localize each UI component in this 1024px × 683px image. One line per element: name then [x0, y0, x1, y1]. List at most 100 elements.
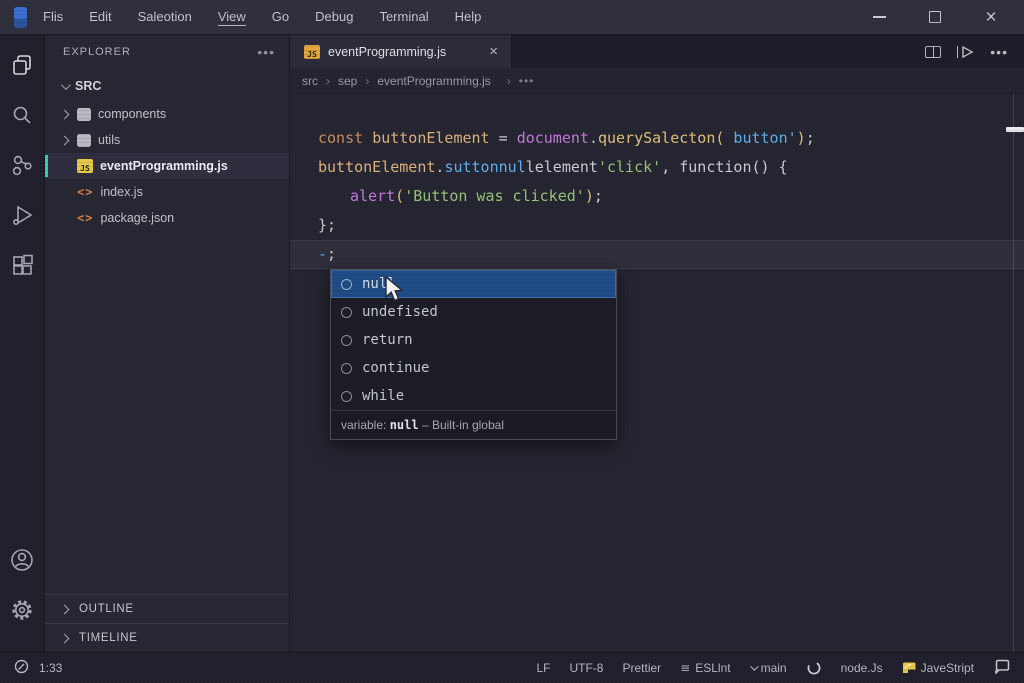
cursor-position[interactable]: 1:33 [39, 661, 62, 675]
file-label: index.js [100, 185, 143, 199]
menu-edit[interactable]: Edit [89, 9, 111, 26]
scrollbar-marker[interactable] [1006, 127, 1024, 132]
tree-root-src[interactable]: SRC [45, 73, 289, 99]
suggest-item-label: undefised [362, 304, 438, 320]
suggest-item-return[interactable]: return [331, 326, 616, 354]
title-bar: Flis Edit Saleotion View Go Debug Termin… [0, 0, 1024, 35]
branch-label: main [760, 661, 787, 675]
suggest-detail: variable: null – Built-in global [331, 410, 616, 439]
explorer-more-icon[interactable]: ••• [257, 44, 275, 60]
suggest-item-null[interactable]: null [331, 270, 616, 298]
formatter-indicator[interactable]: Prettier [622, 661, 661, 675]
close-window-icon[interactable]: × [978, 4, 1004, 30]
breadcrumb-separator-icon: › [506, 73, 511, 88]
code-line[interactable]: const buttonElement = document.querySale… [290, 124, 1024, 153]
extensions-icon[interactable] [6, 249, 38, 281]
code-line[interactable]: -; [290, 240, 1024, 269]
run-file-icon[interactable] [956, 45, 975, 59]
menu-help[interactable]: Help [455, 9, 482, 26]
code-line[interactable]: buttonElement.suttonnullelement'click', … [290, 153, 1024, 182]
suggest-item-label: return [362, 332, 413, 348]
code-line[interactable]: }; [290, 211, 1024, 240]
breadcrumb-more-icon[interactable]: ••• [519, 74, 535, 88]
git-branch-indicator[interactable]: main [749, 661, 787, 675]
search-icon[interactable] [6, 99, 38, 131]
suggest-item-continue[interactable]: continue [331, 354, 616, 382]
code-editor[interactable]: const buttonElement = document.querySale… [290, 94, 1024, 652]
chevron-right-icon [59, 135, 70, 145]
eol-indicator[interactable]: LF [536, 661, 550, 675]
run-debug-icon[interactable] [6, 199, 38, 231]
outline-section[interactable]: OUTLINE [45, 594, 289, 623]
app-logo-icon[interactable] [14, 6, 27, 28]
outline-label: OUTLINE [79, 603, 134, 615]
file-label: eventProgramming.js [100, 159, 228, 173]
linter-label: ESLlnt [695, 661, 731, 675]
js-file-icon: JS [304, 44, 320, 59]
more-actions-icon[interactable]: ••• [990, 44, 1008, 60]
circle-variable-icon [341, 334, 352, 346]
menu-terminal[interactable]: Terminal [379, 9, 428, 26]
settings-gear-icon[interactable] [6, 594, 38, 626]
runtime-indicator[interactable]: node.Js [841, 661, 883, 675]
menu-view[interactable]: View [217, 9, 246, 26]
tree-folder-utils[interactable]: utils [45, 127, 289, 153]
sync-icon[interactable] [806, 660, 822, 676]
code-file-icon: <> [77, 211, 94, 225]
suggest-item-label: null [362, 276, 396, 292]
code-line[interactable]: alert('Button was clicked'); [290, 182, 1024, 211]
chevron-right-icon [59, 633, 70, 643]
circle-variable-icon [341, 362, 352, 374]
menu-selection[interactable]: Saleotion [138, 9, 192, 26]
language-indicator[interactable]: JaveStript [902, 661, 974, 675]
tree-file-index[interactable]: <> index.js [45, 179, 289, 205]
menu-debug[interactable]: Debug [315, 9, 353, 26]
circle-variable-icon [341, 278, 352, 290]
suggest-detail-suffix: – Built-in global [418, 418, 504, 432]
breadcrumb-src[interactable]: src [302, 74, 318, 88]
feedback-clock-icon[interactable] [14, 659, 29, 677]
chevron-right-icon [59, 604, 70, 614]
list-icon: ≡ [680, 661, 691, 675]
tree-file-eventprogramming[interactable]: JS eventProgramming.js [45, 153, 289, 179]
file-label: package.json [100, 211, 175, 225]
menu-file[interactable]: Flis [43, 9, 63, 26]
breadcrumb-file[interactable]: eventProgramming.js [377, 74, 490, 88]
explorer-sidebar: EXPLORER ••• SRC components utils JS eve… [45, 35, 290, 652]
file-tree: SRC components utils JS eventProgramming… [45, 69, 289, 231]
close-tab-icon[interactable]: × [486, 43, 501, 60]
suggest-item-label: while [362, 388, 405, 404]
tree-file-package[interactable]: <> package.json [45, 205, 289, 231]
editor-actions: ••• [924, 35, 1024, 68]
tab-eventprogramming[interactable]: JS eventProgramming.js × [290, 35, 512, 68]
minimize-icon[interactable] [866, 4, 892, 30]
timeline-section[interactable]: TIMELINE [45, 623, 289, 652]
encoding-indicator[interactable]: UTF-8 [569, 661, 603, 675]
account-icon[interactable] [6, 544, 38, 576]
code-area[interactable]: const buttonElement = document.querySale… [290, 124, 1024, 269]
activity-bar [0, 35, 45, 652]
chevron-right-icon [59, 109, 70, 119]
suggest-item-while[interactable]: while [331, 382, 616, 410]
status-bar: 1:33 LF UTF-8 Prettier ≡ ESLlnt main nod… [0, 652, 1024, 683]
breadcrumb: src › sep › eventProgramming.js › ••• [290, 68, 1024, 94]
editor-group: JS eventProgramming.js × ••• src › sep ›… [290, 35, 1024, 652]
folder-icon [77, 133, 91, 147]
timeline-label: TIMELINE [79, 632, 138, 644]
tree-root-label: SRC [75, 79, 102, 93]
scrollbar[interactable] [1013, 94, 1014, 652]
maximize-icon[interactable] [922, 4, 948, 30]
explorer-icon[interactable] [6, 49, 38, 81]
folder-label: utils [98, 133, 121, 147]
breadcrumb-separator-icon: › [326, 73, 330, 88]
breadcrumb-sep-folder[interactable]: sep [338, 74, 357, 88]
suggest-item-undefised[interactable]: undefised [331, 298, 616, 326]
js-file-icon: JS [77, 159, 93, 173]
source-control-icon[interactable] [6, 149, 38, 181]
linter-indicator[interactable]: ≡ ESLlnt [680, 661, 730, 675]
notifications-icon[interactable] [993, 659, 1010, 677]
menu-go[interactable]: Go [272, 9, 289, 26]
tree-folder-components[interactable]: components [45, 101, 289, 127]
split-editor-icon[interactable] [924, 45, 941, 58]
language-label: JaveStript [920, 661, 974, 675]
